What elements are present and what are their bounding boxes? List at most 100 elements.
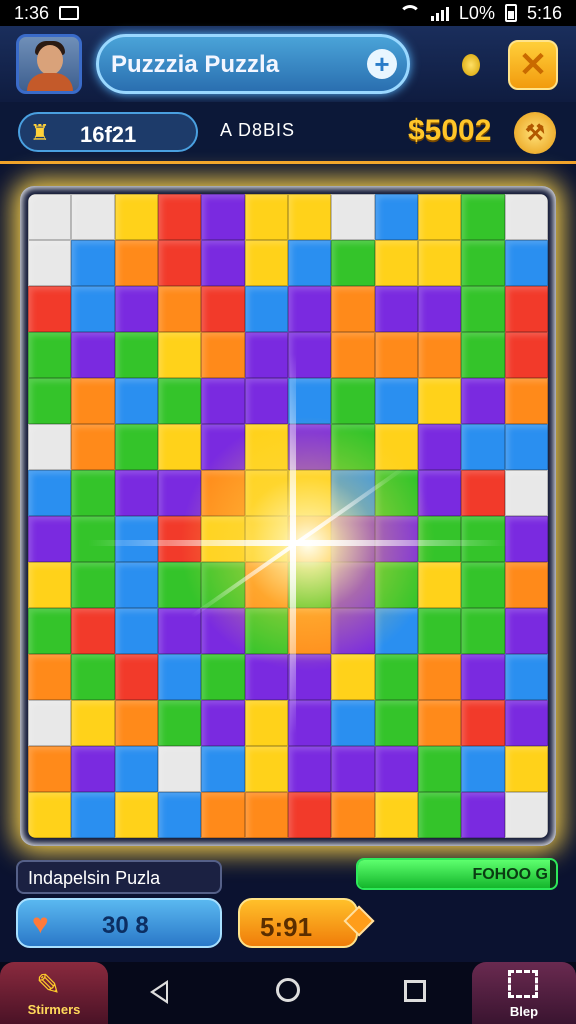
puzzle-piece[interactable]	[157, 654, 202, 700]
puzzle-piece[interactable]	[461, 608, 505, 654]
puzzle-piece[interactable]	[331, 194, 375, 240]
puzzle-piece[interactable]	[504, 470, 548, 516]
puzzle-piece[interactable]	[244, 746, 288, 792]
puzzle-piece[interactable]	[114, 424, 158, 470]
puzzle-piece[interactable]	[71, 286, 115, 332]
puzzle-piece[interactable]	[71, 654, 115, 700]
puzzle-piece[interactable]	[374, 792, 418, 838]
puzzle-piece[interactable]	[114, 516, 158, 562]
puzzle-piece[interactable]	[157, 746, 202, 792]
puzzle-piece[interactable]	[28, 194, 72, 240]
puzzle-piece[interactable]	[287, 792, 332, 838]
level-pill[interactable]: ♜ 16f21	[18, 112, 198, 152]
puzzle-piece[interactable]	[417, 194, 462, 240]
puzzle-piece[interactable]	[244, 332, 288, 378]
puzzle-piece[interactable]	[331, 792, 375, 838]
home-icon[interactable]	[276, 978, 300, 1002]
puzzle-piece[interactable]	[417, 378, 462, 424]
puzzle-piece[interactable]	[504, 792, 548, 838]
close-button[interactable]: ✕	[508, 40, 558, 90]
puzzle-piece[interactable]	[331, 286, 375, 332]
puzzle-piece[interactable]	[287, 240, 332, 286]
puzzle-piece[interactable]	[331, 746, 375, 792]
puzzle-piece[interactable]	[28, 378, 72, 424]
puzzle-piece[interactable]	[28, 654, 72, 700]
timer-button[interactable]: 5:91	[238, 898, 358, 948]
puzzle-piece[interactable]	[201, 240, 245, 286]
puzzle-piece[interactable]	[71, 470, 115, 516]
puzzle-piece[interactable]	[114, 654, 158, 700]
puzzle-piece[interactable]	[28, 424, 72, 470]
puzzle-piece[interactable]	[374, 700, 418, 746]
puzzle-piece[interactable]	[71, 562, 115, 608]
puzzle-piece[interactable]	[114, 608, 158, 654]
puzzle-piece[interactable]	[504, 516, 548, 562]
puzzle-piece[interactable]	[244, 792, 288, 838]
puzzle-piece[interactable]	[417, 700, 462, 746]
puzzle-piece[interactable]	[244, 700, 288, 746]
puzzle-piece[interactable]	[461, 516, 505, 562]
puzzle-piece[interactable]	[504, 562, 548, 608]
puzzle-piece[interactable]	[504, 654, 548, 700]
puzzle-piece[interactable]	[71, 792, 115, 838]
puzzle-piece[interactable]	[417, 792, 462, 838]
puzzle-piece[interactable]	[114, 746, 158, 792]
puzzle-piece[interactable]	[461, 562, 505, 608]
puzzle-piece[interactable]	[201, 286, 245, 332]
nav-right-button[interactable]: Blep	[472, 962, 576, 1024]
puzzle-piece[interactable]	[417, 746, 462, 792]
puzzle-piece[interactable]	[331, 240, 375, 286]
avatar[interactable]	[16, 34, 82, 94]
puzzle-piece[interactable]	[71, 516, 115, 562]
puzzle-piece[interactable]	[461, 746, 505, 792]
puzzle-piece[interactable]	[71, 424, 115, 470]
puzzle-piece[interactable]	[157, 332, 202, 378]
puzzle-piece[interactable]	[28, 700, 72, 746]
puzzle-piece[interactable]	[114, 194, 158, 240]
puzzle-piece[interactable]	[114, 470, 158, 516]
puzzle-piece[interactable]	[504, 424, 548, 470]
puzzle-piece[interactable]	[244, 240, 288, 286]
puzzle-piece[interactable]	[417, 654, 462, 700]
puzzle-piece[interactable]	[157, 194, 202, 240]
puzzle-piece[interactable]	[201, 792, 245, 838]
puzzle-piece[interactable]	[287, 746, 332, 792]
puzzle-piece[interactable]	[114, 700, 158, 746]
puzzle-piece[interactable]	[114, 286, 158, 332]
puzzle-piece[interactable]	[461, 792, 505, 838]
puzzle-piece[interactable]	[28, 562, 72, 608]
puzzle-piece[interactable]	[114, 792, 158, 838]
puzzle-piece[interactable]	[28, 746, 72, 792]
puzzle-piece[interactable]	[201, 332, 245, 378]
puzzle-piece[interactable]	[374, 194, 418, 240]
puzzle-piece[interactable]	[461, 286, 505, 332]
puzzle-piece[interactable]	[114, 332, 158, 378]
puzzle-piece[interactable]	[28, 516, 72, 562]
puzzle-piece[interactable]	[504, 608, 548, 654]
puzzle-piece[interactable]	[71, 194, 115, 240]
plus-button[interactable]: +	[367, 49, 397, 79]
puzzle-piece[interactable]	[331, 700, 375, 746]
puzzle-piece[interactable]	[461, 240, 505, 286]
puzzle-piece[interactable]	[461, 194, 505, 240]
puzzle-piece[interactable]	[244, 194, 288, 240]
puzzle-piece[interactable]	[331, 332, 375, 378]
puzzle-piece[interactable]	[28, 286, 72, 332]
puzzle-piece[interactable]	[28, 240, 72, 286]
puzzle-piece[interactable]	[374, 240, 418, 286]
puzzle-piece[interactable]	[71, 746, 115, 792]
puzzle-piece[interactable]	[201, 700, 245, 746]
puzzle-piece[interactable]	[114, 562, 158, 608]
puzzle-piece[interactable]	[504, 378, 548, 424]
puzzle-piece[interactable]	[71, 378, 115, 424]
puzzle-piece[interactable]	[28, 608, 72, 654]
puzzle-piece[interactable]	[28, 470, 72, 516]
puzzle-board[interactable]	[28, 194, 548, 838]
puzzle-piece[interactable]	[417, 286, 462, 332]
puzzle-piece[interactable]	[244, 286, 288, 332]
puzzle-piece[interactable]	[71, 240, 115, 286]
back-icon[interactable]	[150, 980, 168, 1004]
puzzle-piece[interactable]	[71, 608, 115, 654]
puzzle-piece[interactable]	[28, 332, 72, 378]
puzzle-piece[interactable]	[287, 286, 332, 332]
